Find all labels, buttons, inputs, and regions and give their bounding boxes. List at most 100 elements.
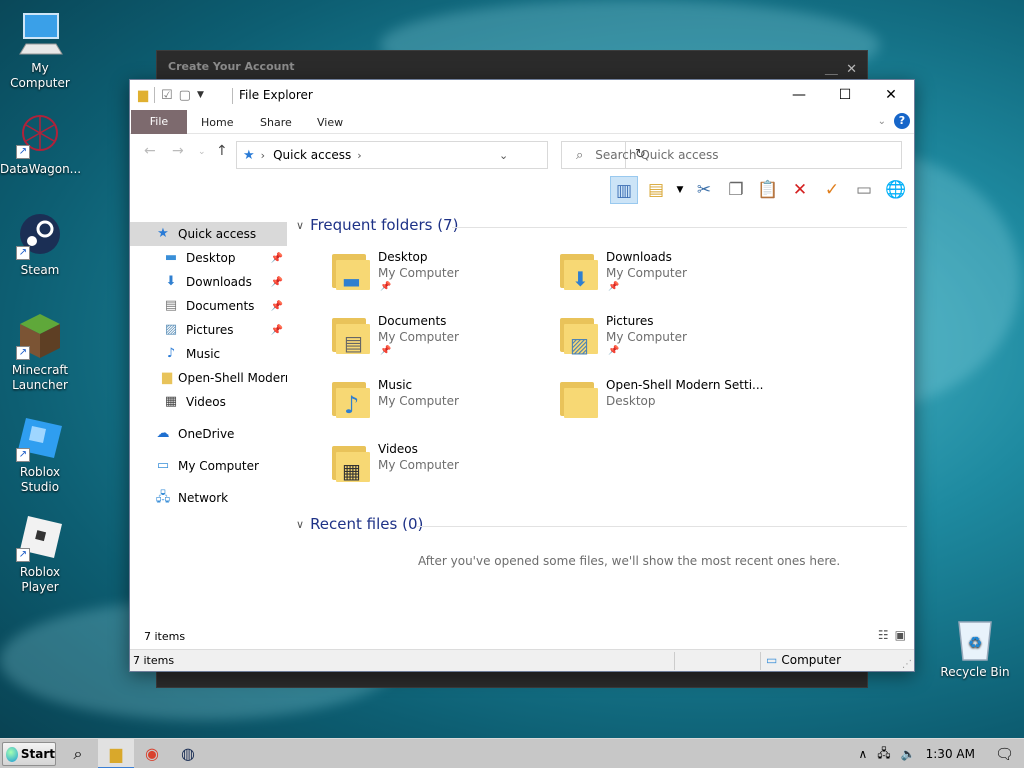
pin-icon: 📌	[380, 282, 392, 292]
expand-ribbon-icon[interactable]: ⌄	[878, 116, 886, 127]
chevron-down-icon[interactable]: ▼	[197, 90, 204, 100]
folder-tile-open-shell[interactable]: Open-Shell Modern Setti... Desktop	[558, 378, 778, 434]
nav-onedrive[interactable]: ☁ OneDrive	[130, 422, 287, 446]
folder-options-icon[interactable]: ▤	[642, 176, 670, 204]
rename-icon[interactable]: ▭	[850, 176, 878, 204]
back-arrow-icon[interactable]: ←	[144, 143, 156, 159]
desktop-icon-label: Recycle Bin	[940, 665, 1010, 679]
datawagon-icon: ↗	[16, 111, 64, 159]
desktop-icon-my-computer[interactable]: My Computer	[0, 10, 80, 91]
paste-icon[interactable]: 📋	[754, 176, 782, 204]
tab-view[interactable]: View	[303, 112, 357, 134]
tab-file[interactable]: File	[131, 110, 187, 134]
nav-pictures[interactable]: ▨ Pictures 📌	[130, 318, 287, 342]
group-title: Recent files (0)	[310, 515, 424, 533]
desktop-icon-steam[interactable]: ↗ Steam	[0, 212, 80, 278]
chevron-up-icon[interactable]: ∧	[858, 747, 867, 761]
ribbon-tabs: File Home Share View ⌄ ?	[130, 110, 914, 134]
folder-tile-downloads[interactable]: ⬇ Downloads My Computer 📌	[558, 250, 778, 306]
cloud-icon: ☁	[156, 426, 170, 441]
nav-music[interactable]: ♪ Music	[130, 342, 287, 366]
desktop-icon-minecraft[interactable]: ↗ Minecraft Launcher	[0, 312, 80, 393]
chevron-down-icon[interactable]: ⌄	[499, 149, 508, 162]
steam-taskbar-icon[interactable]: ◍	[170, 739, 206, 768]
file-explorer-window[interactable]: ▆ ☑ ▢ ▼ File Explorer — ☐ ✕ File Home Sh…	[129, 79, 915, 672]
address-bar[interactable]: ★ › Quick access › ⌄ ↻	[236, 141, 646, 169]
clock[interactable]: 1:30 AM	[926, 747, 975, 761]
volume-icon[interactable]: 🔈	[901, 747, 916, 761]
pin-icon: 📌	[608, 346, 620, 356]
shortcut-arrow-icon: ↗	[16, 246, 30, 260]
picture-icon: ▨	[570, 333, 589, 357]
network-tray-icon[interactable]: 🖧	[877, 744, 890, 765]
nav-desktop[interactable]: ▬ Desktop 📌	[130, 246, 287, 270]
navigation-pane-icon[interactable]: ▥	[610, 176, 638, 204]
account-window-controls[interactable]: ＿ ✕	[825, 58, 857, 77]
shortcut-arrow-icon: ↗	[16, 548, 30, 562]
status-divider	[674, 652, 675, 670]
frequent-folders-header[interactable]: ∨ Frequent folders (7)	[296, 216, 458, 234]
folder-tile-videos[interactable]: ▦ Videos My Computer	[330, 442, 550, 498]
nav-network[interactable]: 🖧 Network	[130, 486, 287, 510]
nav-downloads[interactable]: ⬇ Downloads 📌	[130, 270, 287, 294]
notifications-icon[interactable]: 🗨	[995, 745, 1014, 763]
nav-label: Videos	[186, 395, 226, 409]
file-explorer-taskbar-icon[interactable]: ▆	[98, 739, 134, 768]
desktop-icon-label: My Computer	[10, 61, 70, 90]
nav-videos[interactable]: ▦ Videos	[130, 390, 287, 414]
desktop-icon-roblox-studio[interactable]: ↗ Roblox Studio	[0, 414, 80, 495]
nav-my-computer[interactable]: ▭ My Computer	[130, 454, 287, 478]
chevron-down-icon: ∨	[296, 218, 305, 232]
chrome-icon[interactable]: ◉	[134, 739, 170, 768]
start-button[interactable]: Start	[2, 742, 56, 766]
search-icon[interactable]: ⌕	[60, 739, 96, 768]
recent-locations-icon[interactable]: ⌄	[198, 147, 206, 157]
globe-icon[interactable]: 🌐	[882, 176, 910, 204]
maximize-button[interactable]: ☐	[822, 80, 868, 110]
folder-location: My Computer	[378, 266, 459, 280]
close-button[interactable]: ✕	[868, 80, 914, 110]
recent-files-header[interactable]: ∨ Recent files (0)	[296, 515, 423, 533]
breadcrumb[interactable]: Quick access	[273, 148, 351, 162]
copy-icon[interactable]: ❐	[722, 176, 750, 204]
main-pane: ∨ Frequent folders (7) ▬ Desktop My Comp…	[292, 216, 912, 647]
resize-grip-icon[interactable]: ⋰	[902, 659, 912, 670]
close-icon[interactable]: ✕	[846, 62, 857, 77]
desktop-icon: ▬	[164, 250, 178, 265]
delete-icon[interactable]: ✕	[786, 176, 814, 204]
svg-text:♻: ♻	[968, 633, 982, 652]
pin-icon: 📌	[270, 276, 283, 288]
nav-quick-access[interactable]: ★ Quick access	[130, 222, 287, 246]
tab-home[interactable]: Home	[187, 112, 247, 134]
forward-arrow-icon[interactable]: →	[172, 143, 184, 159]
desktop-icon-recycle-bin[interactable]: ♻ Recycle Bin	[935, 614, 1015, 680]
desktop-icon-datawagon[interactable]: ↗ DataWagon...	[0, 111, 81, 177]
network-icon: 🖧	[155, 490, 171, 505]
large-icons-view-icon[interactable]: ▣	[895, 628, 906, 642]
cut-icon[interactable]: ✂	[690, 176, 718, 204]
nav-open-shell[interactable]: ▆ Open-Shell Modern	[130, 366, 287, 390]
title-bar[interactable]: ▆ ☑ ▢ ▼ File Explorer — ☐ ✕	[130, 80, 914, 110]
minecraft-icon: ↗	[16, 312, 64, 360]
details-view-icon[interactable]: ☷	[878, 628, 889, 642]
minimize-icon[interactable]: ＿	[825, 62, 838, 77]
search-input[interactable]: ⌕ Search Quick access	[561, 141, 902, 169]
nav-documents[interactable]: ▤ Documents 📌	[130, 294, 287, 318]
folder-tile-desktop[interactable]: ▬ Desktop My Computer 📌	[330, 250, 550, 306]
checkmark-icon[interactable]: ✓	[818, 176, 846, 204]
nav-label: Downloads	[186, 275, 252, 289]
recycle-bin-icon: ♻	[951, 614, 999, 662]
up-arrow-icon[interactable]: ↑	[216, 143, 228, 159]
folder-icon: ▬	[330, 250, 372, 292]
folder-tile-documents[interactable]: ▤ Documents My Computer 📌	[330, 314, 550, 370]
minimize-button[interactable]: —	[776, 80, 822, 110]
folder-tile-pictures[interactable]: ▨ Pictures My Computer 📌	[558, 314, 778, 370]
tab-share[interactable]: Share	[246, 112, 306, 134]
folder-tile-music[interactable]: ♪ Music My Computer	[330, 378, 550, 434]
chevron-down-icon[interactable]: ▼	[674, 176, 686, 204]
folder-location: My Computer	[378, 394, 459, 408]
desktop-icon-roblox-player[interactable]: ↗ Roblox Player	[0, 514, 80, 595]
properties-icon[interactable]: ☑	[161, 88, 173, 103]
help-icon[interactable]: ?	[894, 113, 910, 129]
new-folder-icon[interactable]: ▢	[179, 88, 191, 103]
